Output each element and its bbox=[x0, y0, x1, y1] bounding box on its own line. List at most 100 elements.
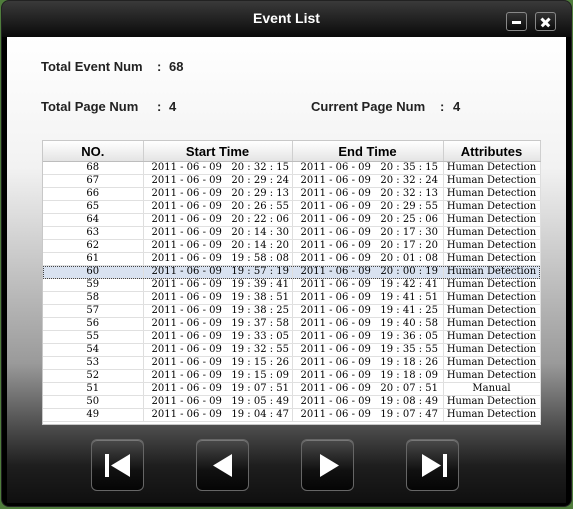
cell-start-time: 2011 - 06 - 09 19 : 33 : 05 bbox=[143, 330, 293, 344]
cell-no: 56 bbox=[43, 317, 144, 331]
cell-start-time: 2011 - 06 - 09 19 : 05 : 49 bbox=[143, 395, 293, 409]
cell-end-time: 2011 - 06 - 09 20 : 17 : 30 bbox=[292, 226, 444, 240]
minimize-button[interactable] bbox=[506, 12, 527, 31]
total-event-separator: : bbox=[157, 59, 162, 74]
table-row[interactable]: 63 2011 - 06 - 09 20 : 14 : 30 2011 - 06 -… bbox=[43, 226, 541, 240]
column-header-end-time[interactable]: End Time bbox=[292, 141, 444, 162]
total-page-label: Total Page Num bbox=[41, 99, 139, 114]
event-table-container: NO. Start Time End Time Attributes 68 201… bbox=[42, 140, 541, 425]
cell-start-time: 2011 - 06 - 09 19 : 38 : 51 bbox=[143, 291, 293, 305]
current-page-label: Current Page Num bbox=[311, 99, 426, 114]
cell-attributes: Human Detection bbox=[443, 317, 541, 331]
cell-attributes: Human Detection bbox=[443, 239, 541, 253]
cell-start-time: 2011 - 06 - 09 20 : 22 : 06 bbox=[143, 213, 293, 227]
cell-start-time: 2011 - 06 - 09 20 : 32 : 15 bbox=[143, 161, 293, 175]
cell-start-time: 2011 - 06 - 09 20 : 14 : 30 bbox=[143, 226, 293, 240]
column-header-attributes[interactable]: Attributes bbox=[443, 141, 541, 162]
column-header-no[interactable]: NO. bbox=[43, 141, 144, 162]
table-row[interactable]: 59 2011 - 06 - 09 19 : 39 : 41 2011 - 06 -… bbox=[43, 278, 541, 292]
first-page-icon bbox=[105, 454, 130, 477]
cell-start-time: 2011 - 06 - 09 20 : 14 : 20 bbox=[143, 239, 293, 253]
last-page-button[interactable] bbox=[406, 439, 459, 491]
next-page-button[interactable] bbox=[301, 439, 354, 491]
cell-no: 57 bbox=[43, 304, 144, 318]
cell-attributes: Human Detection bbox=[443, 369, 541, 383]
cell-start-time: 2011 - 06 - 09 20 : 26 : 55 bbox=[143, 200, 293, 214]
first-page-button[interactable] bbox=[91, 439, 144, 491]
cell-attributes: Human Detection bbox=[443, 213, 541, 227]
cell-attributes: Manual bbox=[443, 382, 541, 396]
column-header-start-time[interactable]: Start Time bbox=[143, 141, 293, 162]
cell-attributes: Human Detection bbox=[443, 395, 541, 409]
table-row[interactable]: 52 2011 - 06 - 09 19 : 15 : 09 2011 - 06 -… bbox=[43, 369, 541, 383]
close-button[interactable] bbox=[535, 12, 556, 31]
table-row[interactable]: 51 2011 - 06 - 09 19 : 07 : 51 2011 - 06 -… bbox=[43, 382, 541, 396]
cell-end-time: 2011 - 06 - 09 20 : 32 : 13 bbox=[292, 187, 444, 201]
cell-end-time: 2011 - 06 - 09 20 : 35 : 15 bbox=[292, 161, 444, 175]
table-row[interactable]: 68 2011 - 06 - 09 20 : 32 : 15 2011 - 06 -… bbox=[43, 161, 541, 175]
cell-end-time: 2011 - 06 - 09 20 : 32 : 24 bbox=[292, 174, 444, 188]
cell-start-time: 2011 - 06 - 09 19 : 07 : 51 bbox=[143, 382, 293, 396]
total-page-value: 4 bbox=[169, 99, 177, 114]
cell-end-time: 2011 - 06 - 09 20 : 01 : 08 bbox=[292, 252, 444, 266]
cell-attributes: Human Detection bbox=[443, 330, 541, 344]
cell-attributes: Human Detection bbox=[443, 174, 541, 188]
table-row[interactable]: 50 2011 - 06 - 09 19 : 05 : 49 2011 - 06 -… bbox=[43, 395, 541, 409]
table-row[interactable]: 60 2011 - 06 - 09 19 : 57 : 19 2011 - 06 -… bbox=[43, 265, 541, 279]
cell-no: 51 bbox=[43, 382, 144, 396]
cell-start-time: 2011 - 06 - 09 19 : 39 : 41 bbox=[143, 278, 293, 292]
cell-no: 62 bbox=[43, 239, 144, 253]
cell-end-time: 2011 - 06 - 09 19 : 41 : 25 bbox=[292, 304, 444, 318]
cell-start-time: 2011 - 06 - 09 20 : 29 : 24 bbox=[143, 174, 293, 188]
table-row[interactable]: 66 2011 - 06 - 09 20 : 29 : 13 2011 - 06 -… bbox=[43, 187, 541, 201]
cell-no: 58 bbox=[43, 291, 144, 305]
cell-end-time: 2011 - 06 - 09 19 : 42 : 41 bbox=[292, 278, 444, 292]
cell-end-time: 2011 - 06 - 09 20 : 07 : 51 bbox=[292, 382, 444, 396]
cell-no: 68 bbox=[43, 161, 144, 175]
table-row[interactable]: 65 2011 - 06 - 09 20 : 26 : 55 2011 - 06 -… bbox=[43, 200, 541, 214]
event-table: NO. Start Time End Time Attributes 68 201… bbox=[43, 141, 541, 422]
cell-no: 67 bbox=[43, 174, 144, 188]
cell-start-time: 2011 - 06 - 09 19 : 57 : 19 bbox=[143, 265, 293, 279]
table-row[interactable]: 62 2011 - 06 - 09 20 : 14 : 20 2011 - 06 -… bbox=[43, 239, 541, 253]
cell-start-time: 2011 - 06 - 09 19 : 04 : 47 bbox=[143, 408, 293, 422]
cell-end-time: 2011 - 06 - 09 19 : 41 : 51 bbox=[292, 291, 444, 305]
cell-no: 53 bbox=[43, 356, 144, 370]
cell-attributes: Human Detection bbox=[443, 408, 541, 422]
cell-attributes: Human Detection bbox=[443, 304, 541, 318]
table-row[interactable]: 57 2011 - 06 - 09 19 : 38 : 25 2011 - 06 -… bbox=[43, 304, 541, 318]
cell-attributes: Human Detection bbox=[443, 161, 541, 175]
previous-page-button[interactable] bbox=[196, 439, 249, 491]
cell-end-time: 2011 - 06 - 09 20 : 29 : 55 bbox=[292, 200, 444, 214]
cell-attributes: Human Detection bbox=[443, 226, 541, 240]
cell-attributes: Human Detection bbox=[443, 356, 541, 370]
cell-start-time: 2011 - 06 - 09 19 : 58 : 08 bbox=[143, 252, 293, 266]
table-row[interactable]: 61 2011 - 06 - 09 19 : 58 : 08 2011 - 06 -… bbox=[43, 252, 541, 266]
table-row[interactable]: 67 2011 - 06 - 09 20 : 29 : 24 2011 - 06 -… bbox=[43, 174, 541, 188]
table-row[interactable]: 54 2011 - 06 - 09 19 : 32 : 55 2011 - 06 -… bbox=[43, 343, 541, 357]
cell-no: 59 bbox=[43, 278, 144, 292]
cell-end-time: 2011 - 06 - 09 20 : 25 : 06 bbox=[292, 213, 444, 227]
table-row[interactable]: 56 2011 - 06 - 09 19 : 37 : 58 2011 - 06 -… bbox=[43, 317, 541, 331]
cell-end-time: 2011 - 06 - 09 19 : 36 : 05 bbox=[292, 330, 444, 344]
cell-start-time: 2011 - 06 - 09 19 : 15 : 26 bbox=[143, 356, 293, 370]
table-row[interactable]: 64 2011 - 06 - 09 20 : 22 : 06 2011 - 06 -… bbox=[43, 213, 541, 227]
table-row[interactable]: 58 2011 - 06 - 09 19 : 38 : 51 2011 - 06 -… bbox=[43, 291, 541, 305]
cell-end-time: 2011 - 06 - 09 20 : 17 : 20 bbox=[292, 239, 444, 253]
cell-no: 65 bbox=[43, 200, 144, 214]
cell-attributes: Human Detection bbox=[443, 252, 541, 266]
table-row[interactable]: 49 2011 - 06 - 09 19 : 04 : 47 2011 - 06 -… bbox=[43, 408, 541, 422]
cell-attributes: Human Detection bbox=[443, 187, 541, 201]
total-page-separator: : bbox=[157, 99, 162, 114]
cell-no: 61 bbox=[43, 252, 144, 266]
current-page-separator: : bbox=[440, 99, 445, 114]
cell-end-time: 2011 - 06 - 09 19 : 08 : 49 bbox=[292, 395, 444, 409]
title-bar[interactable]: Event List bbox=[2, 1, 571, 37]
table-row[interactable]: 55 2011 - 06 - 09 19 : 33 : 05 2011 - 06 -… bbox=[43, 330, 541, 344]
total-event-label: Total Event Num bbox=[41, 59, 143, 74]
total-event-value: 68 bbox=[169, 59, 184, 74]
table-row[interactable]: 53 2011 - 06 - 09 19 : 15 : 26 2011 - 06 -… bbox=[43, 356, 541, 370]
cell-no: 49 bbox=[43, 408, 144, 422]
cell-start-time: 2011 - 06 - 09 19 : 32 : 55 bbox=[143, 343, 293, 357]
current-page-value: 4 bbox=[453, 99, 461, 114]
